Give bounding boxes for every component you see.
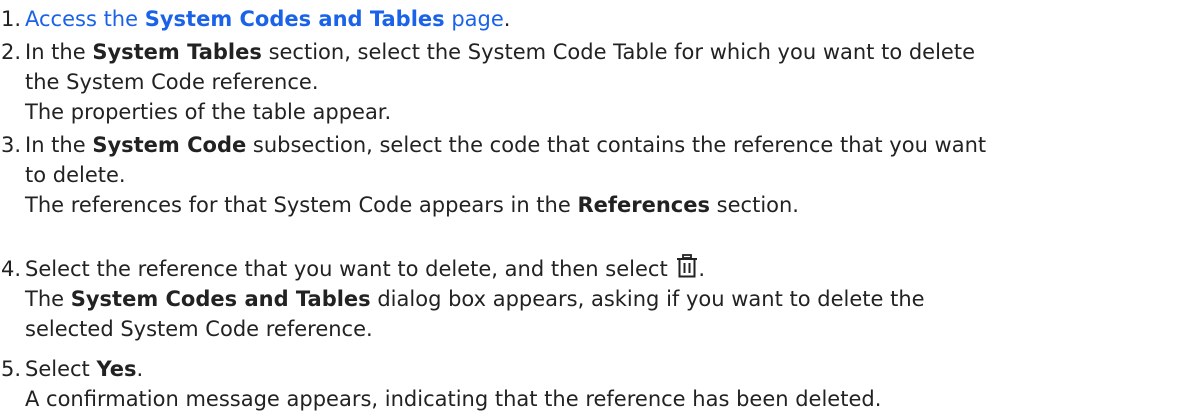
- step-number: 3.: [1, 133, 22, 157]
- step-number: 1.: [1, 7, 22, 31]
- step-number: 4.: [1, 257, 22, 281]
- step-5-line-1: Select Yes.: [25, 354, 143, 384]
- step-3-result: The references for that System Code appe…: [25, 190, 799, 220]
- step-1: 1. Access the System Codes and Tables pa…: [0, 4, 1190, 34]
- step-3-text-b: subsection, select the code that contain…: [246, 133, 987, 157]
- trash-icon: [676, 254, 698, 278]
- step-3-line-1: In the System Code subsection, select th…: [25, 130, 986, 160]
- step-3-line-2: to delete.: [25, 163, 126, 187]
- step-4-result-a: The: [25, 287, 71, 311]
- step-number: 2.: [1, 40, 22, 64]
- step-3-bold: System Code: [92, 133, 247, 157]
- link-bold-text: System Codes and Tables: [144, 7, 445, 31]
- step-3-result-bold: References: [577, 193, 710, 217]
- step-4-text-a: Select the reference that you want to de…: [25, 257, 675, 281]
- step-5-result: A confirmation message appears, indicati…: [25, 387, 882, 411]
- step-1-prefix: Access the: [25, 7, 145, 31]
- step-2-text-a: In the: [25, 40, 93, 64]
- step-2-text-b: section, select the System Code Table fo…: [261, 40, 975, 64]
- link-suffix-text: page: [444, 7, 504, 31]
- step-5: 5. Select Yes. A confirmation message ap…: [0, 354, 1190, 414]
- step-5-text-a: Select: [25, 357, 97, 381]
- step-4-result: The System Codes and Tables dialog box a…: [25, 284, 925, 314]
- step-2-bold: System Tables: [92, 40, 262, 64]
- step-1-text: Access the System Codes and Tables page.: [25, 4, 510, 34]
- system-codes-and-tables-link[interactable]: System Codes and Tables page: [145, 7, 504, 31]
- step-5-text-b: .: [136, 357, 144, 381]
- step-4-text-b: .: [698, 257, 706, 281]
- step-5-bold: Yes: [96, 357, 137, 381]
- step-number: 5.: [1, 357, 22, 381]
- step-4-result-bold: System Codes and Tables: [70, 287, 371, 311]
- step-2-result: The properties of the table appear.: [25, 100, 392, 124]
- step-4-result-line-2: selected System Code reference.: [25, 317, 373, 341]
- procedure-steps: 1. Access the System Codes and Tables pa…: [0, 0, 1197, 418]
- step-4-line-1: Select the reference that you want to de…: [25, 254, 705, 284]
- step-3: 3. In the System Code subsection, select…: [0, 130, 1190, 230]
- step-2-line-1: In the System Tables section, select the…: [25, 37, 975, 67]
- step-4: 4. Select the reference that you want to…: [0, 254, 1190, 354]
- step-3-result-a: The references for that System Code appe…: [25, 193, 578, 217]
- step-3-text-a: In the: [25, 133, 93, 157]
- step-3-result-b: section.: [710, 193, 799, 217]
- step-4-result-b: dialog box appears, asking if you want t…: [370, 287, 925, 311]
- step-1-suffix: .: [503, 7, 511, 31]
- step-2: 2. In the System Tables section, select …: [0, 37, 1190, 127]
- step-2-line-2: the System Code reference.: [25, 70, 319, 94]
